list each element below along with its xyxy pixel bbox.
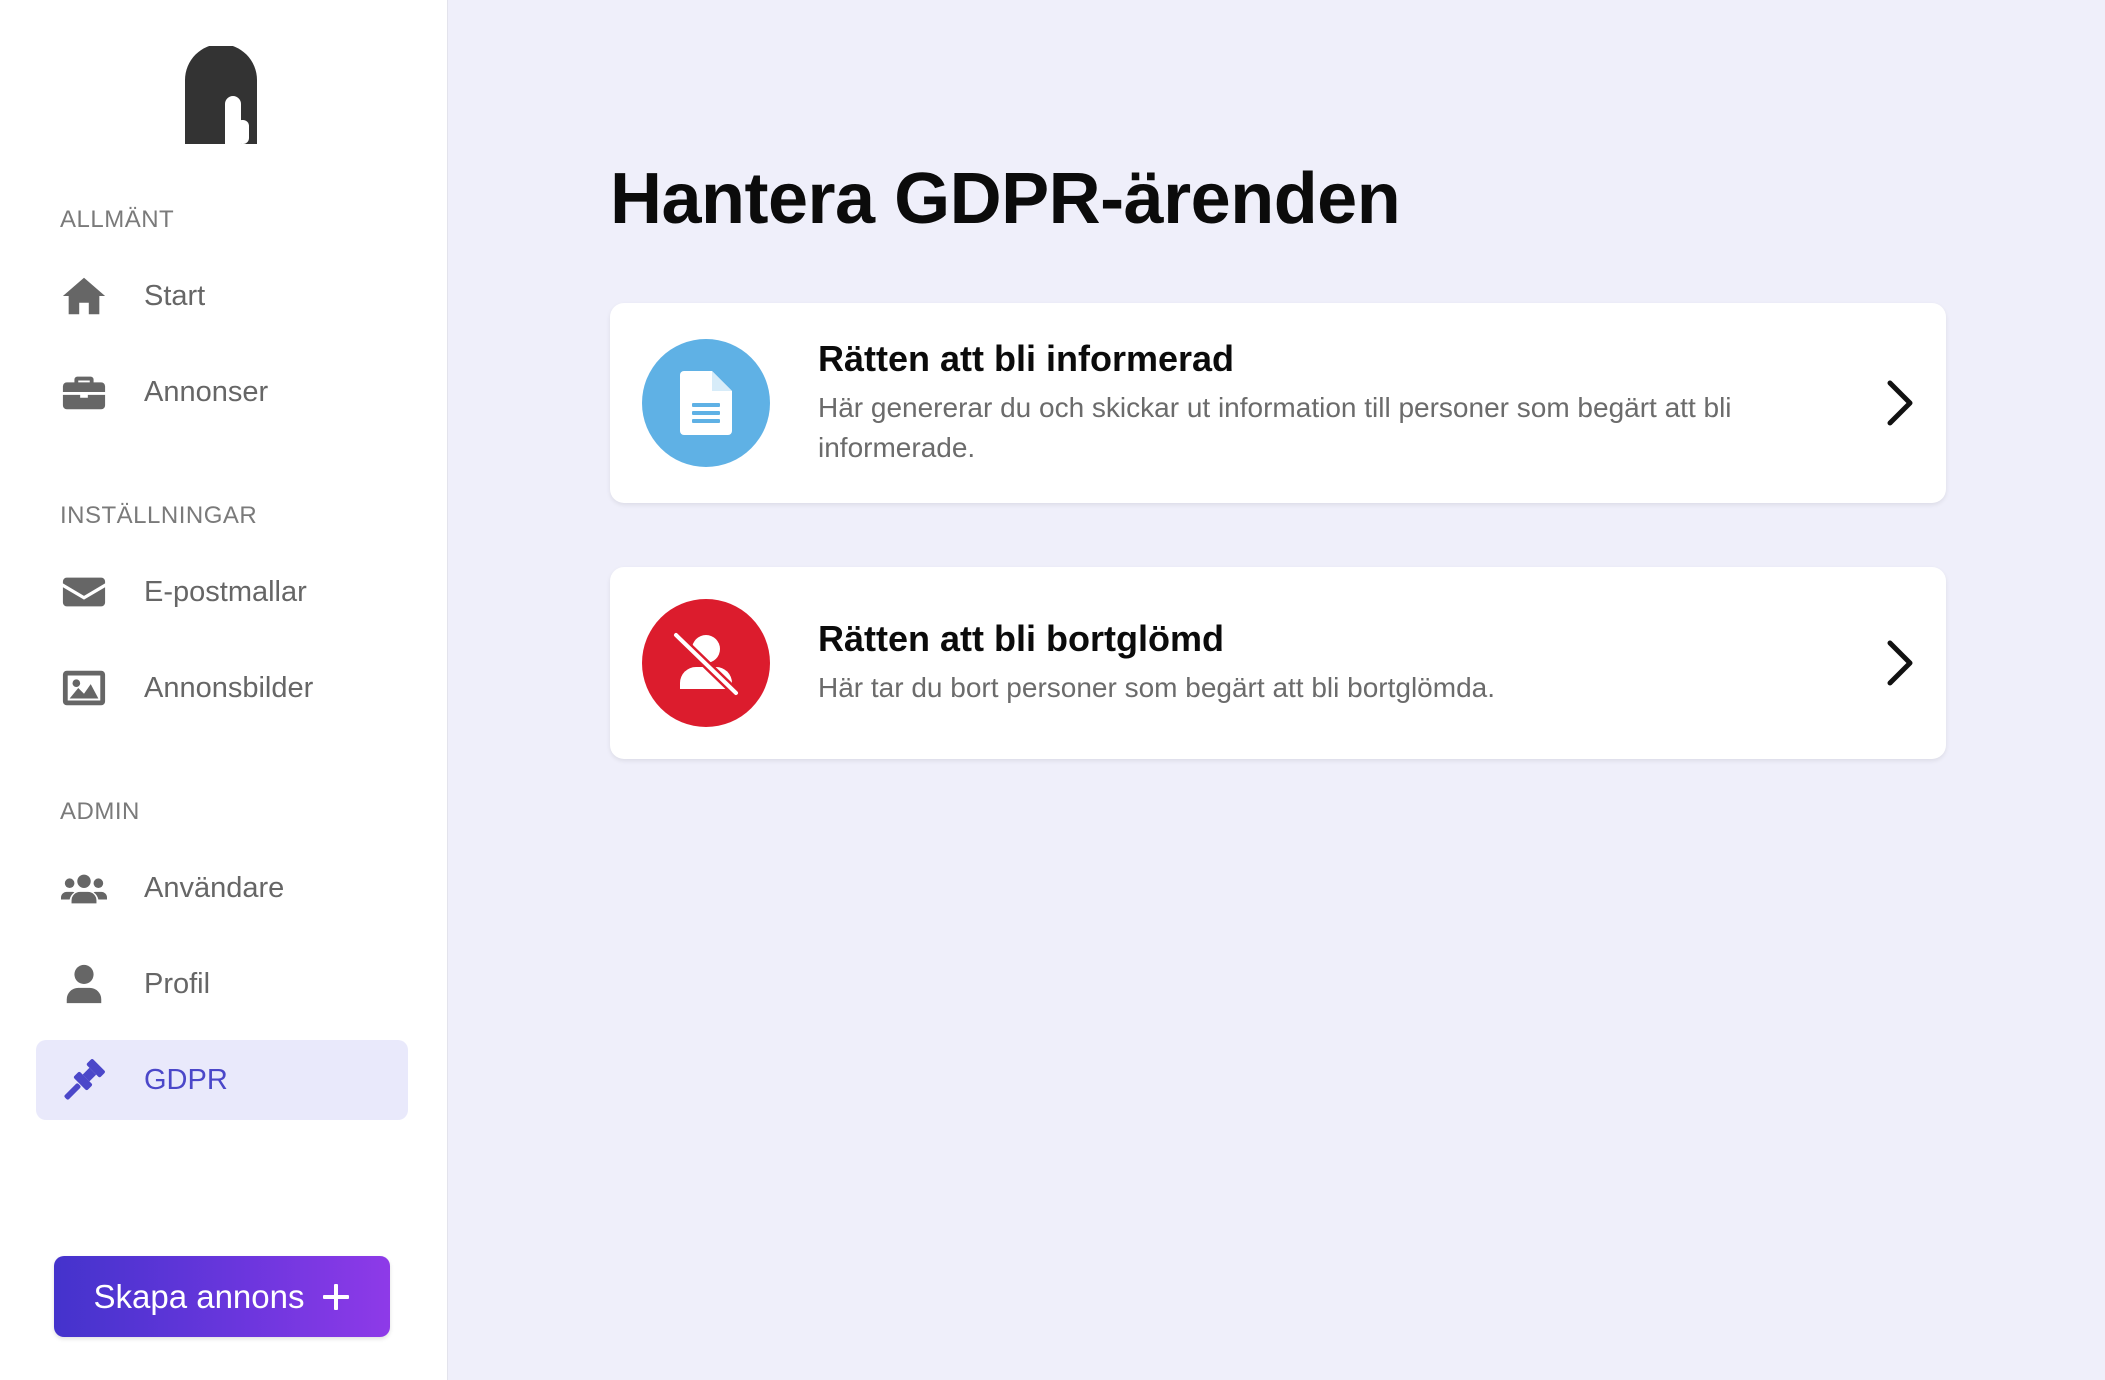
sidebar-item-anvandare[interactable]: Användare: [36, 848, 408, 928]
sidebar-item-gdpr[interactable]: GDPR: [36, 1040, 408, 1120]
card-right-to-be-forgotten[interactable]: Rätten att bli bortglömd Här tar du bort…: [610, 567, 1946, 759]
logo-icon[interactable]: [185, 46, 257, 144]
page-title: Hantera GDPR-ärenden: [610, 159, 1401, 239]
sidebar-item-annonser[interactable]: Annonser: [36, 352, 408, 432]
card-title: Rätten att bli informerad: [818, 338, 1235, 379]
card-icon-circle: [642, 339, 770, 467]
section-label-general: ALLMÄNT: [60, 206, 175, 233]
card-text: Rätten att bli informerad Här genererar …: [818, 338, 1826, 468]
user-slash-icon: [671, 630, 741, 698]
document-icon: [680, 371, 732, 435]
sidebar-item-label: Användare: [144, 871, 285, 904]
card-title: Rätten att bli bortglömd: [818, 618, 1224, 659]
create-ad-button[interactable]: Skapa annons: [54, 1256, 390, 1337]
sidebar-item-e-postmallar[interactable]: E-postmallar: [36, 552, 408, 632]
sidebar-item-label: GDPR: [144, 1063, 228, 1096]
home-icon: [60, 272, 108, 320]
envelope-icon: [60, 568, 108, 616]
sidebar-item-label: E-postmallar: [144, 575, 307, 608]
sidebar-item-label: Start: [144, 279, 206, 312]
user-icon: [60, 960, 108, 1008]
section-label-settings: INSTÄLLNINGAR: [60, 502, 258, 529]
gavel-icon: [60, 1056, 108, 1104]
sidebar-item-profil[interactable]: Profil: [36, 944, 408, 1024]
sidebar-item-label: Annonser: [144, 375, 269, 408]
sidebar-item-start[interactable]: Start: [36, 256, 408, 336]
section-label-admin: ADMIN: [60, 798, 140, 825]
card-right-to-be-informed[interactable]: Rätten att bli informerad Här genererar …: [610, 303, 1946, 503]
sidebar-item-label: Profil: [144, 967, 211, 1000]
sidebar-item-label: Annonsbilder: [144, 671, 314, 704]
sidebar-item-annonsbilder[interactable]: Annonsbilder: [36, 648, 408, 728]
chevron-right-icon: [1887, 640, 1913, 686]
plus-icon: [322, 1283, 349, 1310]
card-description: Här tar du bort personer som begärt att …: [818, 672, 1496, 703]
app: ALLMÄNT Start Annonser INSTÄLLNINGAR E-p…: [0, 0, 2105, 1380]
card-text: Rätten att bli bortglömd Här tar du bort…: [818, 618, 1826, 708]
card-icon-circle: [642, 599, 770, 727]
sidebar: ALLMÄNT Start Annonser INSTÄLLNINGAR E-p…: [0, 0, 448, 1380]
users-icon: [60, 864, 108, 912]
briefcase-icon: [60, 368, 108, 416]
create-ad-label: Skapa annons: [93, 1277, 305, 1315]
image-icon: [60, 664, 108, 712]
chevron-right-icon: [1887, 380, 1913, 426]
card-description: Här genererar du och skickar ut informat…: [818, 392, 1732, 463]
